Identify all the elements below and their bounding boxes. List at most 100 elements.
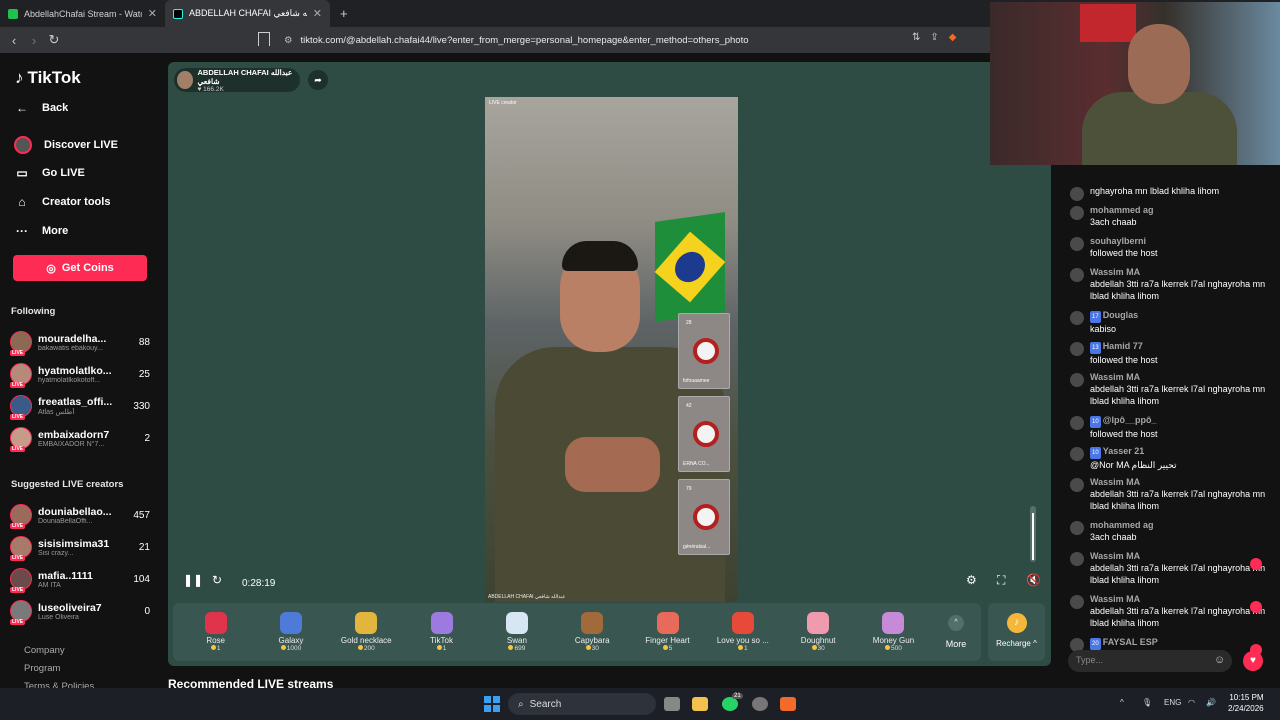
- suggested-item[interactable]: LIVE mafia..1111 AM ITA 104: [10, 564, 150, 594]
- footer-link-program[interactable]: Program: [24, 663, 60, 674]
- share-icon[interactable]: ➦: [308, 70, 328, 90]
- close-tab-icon[interactable]: ✕: [148, 7, 157, 20]
- brave-icon[interactable]: [780, 697, 796, 711]
- gift-item[interactable]: TikTok 1: [404, 612, 479, 652]
- chat-avatar[interactable]: [1070, 206, 1084, 220]
- gift-item[interactable]: Galaxy 1000: [253, 612, 328, 652]
- following-item[interactable]: LIVE mouradelha... bakawatis ebakouy... 8…: [10, 327, 150, 357]
- gift-item[interactable]: Gold necklace 200: [329, 612, 404, 652]
- gift-item[interactable]: Rose 1: [178, 612, 253, 652]
- chat-avatar[interactable]: [1070, 416, 1084, 430]
- chat-avatar[interactable]: [1070, 478, 1084, 492]
- reload-button[interactable]: ↻: [44, 32, 64, 48]
- new-tab-button[interactable]: +: [330, 0, 358, 27]
- suggested-item[interactable]: LIVE sisisimsima31 Sisi crazy... 21: [10, 532, 150, 562]
- whatsapp-icon[interactable]: [722, 697, 738, 711]
- suggested-item[interactable]: LIVE douniabellao... DouniaBellaOffi... 4…: [10, 500, 150, 530]
- get-coins-button[interactable]: ◎ Get Coins: [13, 255, 147, 281]
- host-chip[interactable]: ABDELLAH CHAFAI عبدالله شافعي ♥ 166.2K: [174, 68, 300, 93]
- sidebar-item-discover-live[interactable]: Discover LIVE: [14, 136, 118, 154]
- url-field[interactable]: ⚙ tiktok.com/@abdellah.chafai44/live?ent…: [284, 31, 749, 49]
- suggested-item[interactable]: LIVE luseoliveira7 Luse Oliveira 0: [10, 596, 150, 626]
- chat-nick[interactable]: Wassim MA: [1090, 372, 1140, 382]
- chat-input[interactable]: Type...: [1068, 650, 1232, 672]
- send-heart-button[interactable]: ♥: [1243, 651, 1263, 671]
- chat-nick[interactable]: mohammed ag: [1090, 205, 1154, 215]
- chat-avatar[interactable]: [1070, 342, 1084, 356]
- recharge-button[interactable]: ♪ Recharge ^: [988, 603, 1045, 661]
- gift-item[interactable]: Capybara 30: [555, 612, 630, 652]
- more-gifts-button[interactable]: ^ More: [931, 615, 981, 649]
- taskbar-search[interactable]: ⌕ Search: [508, 693, 656, 715]
- volume-icon[interactable]: 🔊: [1206, 698, 1216, 707]
- gift-item[interactable]: Swan 699: [479, 612, 554, 652]
- chat-avatar[interactable]: [1070, 552, 1084, 566]
- gift-item[interactable]: Finger Heart 5: [630, 612, 705, 652]
- translate-icon[interactable]: ⇅: [912, 32, 920, 43]
- language-indicator[interactable]: ENG: [1164, 698, 1181, 707]
- chat-nick[interactable]: Douglas: [1103, 310, 1139, 320]
- file-explorer-icon[interactable]: [692, 697, 708, 711]
- site-info-icon[interactable]: ⚙: [284, 35, 293, 46]
- chat-nick[interactable]: Yasser 21: [1103, 446, 1145, 456]
- close-tab-icon[interactable]: ✕: [313, 7, 322, 20]
- coin-icon: ♪: [1006, 613, 1027, 633]
- sidebar-item-more[interactable]: ··· More: [14, 224, 68, 238]
- wifi-icon[interactable]: ◠: [1188, 698, 1195, 707]
- gift-item[interactable]: Money Gun 500: [856, 612, 931, 652]
- following-item[interactable]: LIVE embaixadorn7 EMBAIXADOR N°7... 2: [10, 423, 150, 453]
- footer-link-company[interactable]: Company: [24, 645, 65, 656]
- mute-icon[interactable]: 🔇: [1026, 573, 1041, 587]
- chat-avatar[interactable]: [1070, 311, 1084, 325]
- chevron-up-icon: ^: [948, 615, 965, 631]
- chat-nick[interactable]: souhaylberni: [1090, 236, 1146, 246]
- refresh-icon[interactable]: ↻: [212, 573, 222, 587]
- browser-tab-active[interactable]: ABDELLAH CHAFAI عبدالله شافعي ✕: [165, 0, 330, 27]
- chat-avatar[interactable]: [1070, 373, 1084, 387]
- steam-icon[interactable]: [752, 697, 768, 711]
- sidebar-item-creator-tools[interactable]: ⌂ Creator tools: [14, 195, 110, 209]
- volume-slider[interactable]: [1030, 506, 1036, 562]
- guest-name: fofouaamee: [683, 378, 710, 384]
- guest-tile[interactable]: 42 ERNA CO...: [678, 396, 730, 472]
- tiktok-logo[interactable]: ♪ TikTok: [15, 68, 81, 88]
- chat-avatar[interactable]: [1070, 595, 1084, 609]
- chat-nick[interactable]: Wassim MA: [1090, 594, 1140, 604]
- chat-nick[interactable]: Hamid 77: [1103, 341, 1143, 351]
- guest-tile[interactable]: 79 généralsal...: [678, 479, 730, 555]
- chat-avatar[interactable]: [1070, 187, 1084, 201]
- system-clock[interactable]: 10:15 PM 2/24/2026: [1228, 692, 1264, 714]
- gift-item[interactable]: Doughnut 30: [781, 612, 856, 652]
- chat-nick[interactable]: @lpô__ppô_: [1103, 415, 1157, 425]
- pause-icon[interactable]: ❚❚: [183, 573, 203, 587]
- settings-icon[interactable]: ⚙: [966, 573, 977, 587]
- back-link[interactable]: ← Back: [14, 101, 68, 115]
- task-view-icon[interactable]: [664, 697, 680, 711]
- bookmark-icon[interactable]: [258, 32, 270, 46]
- chat-nick[interactable]: mohammed ag: [1090, 520, 1154, 530]
- gift-item[interactable]: Love you so ... 1: [705, 612, 780, 652]
- sidebar-item-go-live[interactable]: ▭ Go LIVE: [14, 166, 84, 180]
- chat-avatar[interactable]: [1070, 521, 1084, 535]
- forward-nav-button[interactable]: ›: [24, 33, 44, 48]
- emoji-icon[interactable]: ☺: [1214, 654, 1225, 666]
- fullscreen-icon[interactable]: ⛶: [997, 573, 1005, 588]
- chevron-up-icon[interactable]: ^: [1120, 698, 1124, 707]
- chat-nick[interactable]: FAYSAL ESP: [1103, 637, 1158, 647]
- browser-tab[interactable]: AbdellahChafai Stream - Watch Live... ✕: [0, 0, 165, 27]
- chat-avatar[interactable]: [1070, 447, 1084, 461]
- chat-nick[interactable]: Wassim MA: [1090, 477, 1140, 487]
- share-icon[interactable]: ⇪: [930, 32, 938, 43]
- chat-nick[interactable]: Wassim MA: [1090, 267, 1140, 277]
- back-nav-button[interactable]: ‹: [4, 33, 24, 48]
- windows-start-icon[interactable]: [484, 696, 500, 712]
- chat-avatar[interactable]: [1070, 268, 1084, 282]
- chat-nick[interactable]: Wassim MA: [1090, 551, 1140, 561]
- guest-tile[interactable]: 28 fofouaamee: [678, 313, 730, 389]
- microphone-icon[interactable]: 🎙: [1142, 698, 1152, 707]
- brave-shield-icon[interactable]: ◆: [949, 32, 957, 43]
- following-item[interactable]: LIVE hyatmolatlko... hyatmolatlkokotoff..…: [10, 359, 150, 389]
- chat-avatar[interactable]: [1070, 237, 1084, 251]
- sidebar-item-label: More: [42, 225, 69, 237]
- following-item[interactable]: LIVE freeatlas_offi... Atlas أطلس 330: [10, 391, 150, 421]
